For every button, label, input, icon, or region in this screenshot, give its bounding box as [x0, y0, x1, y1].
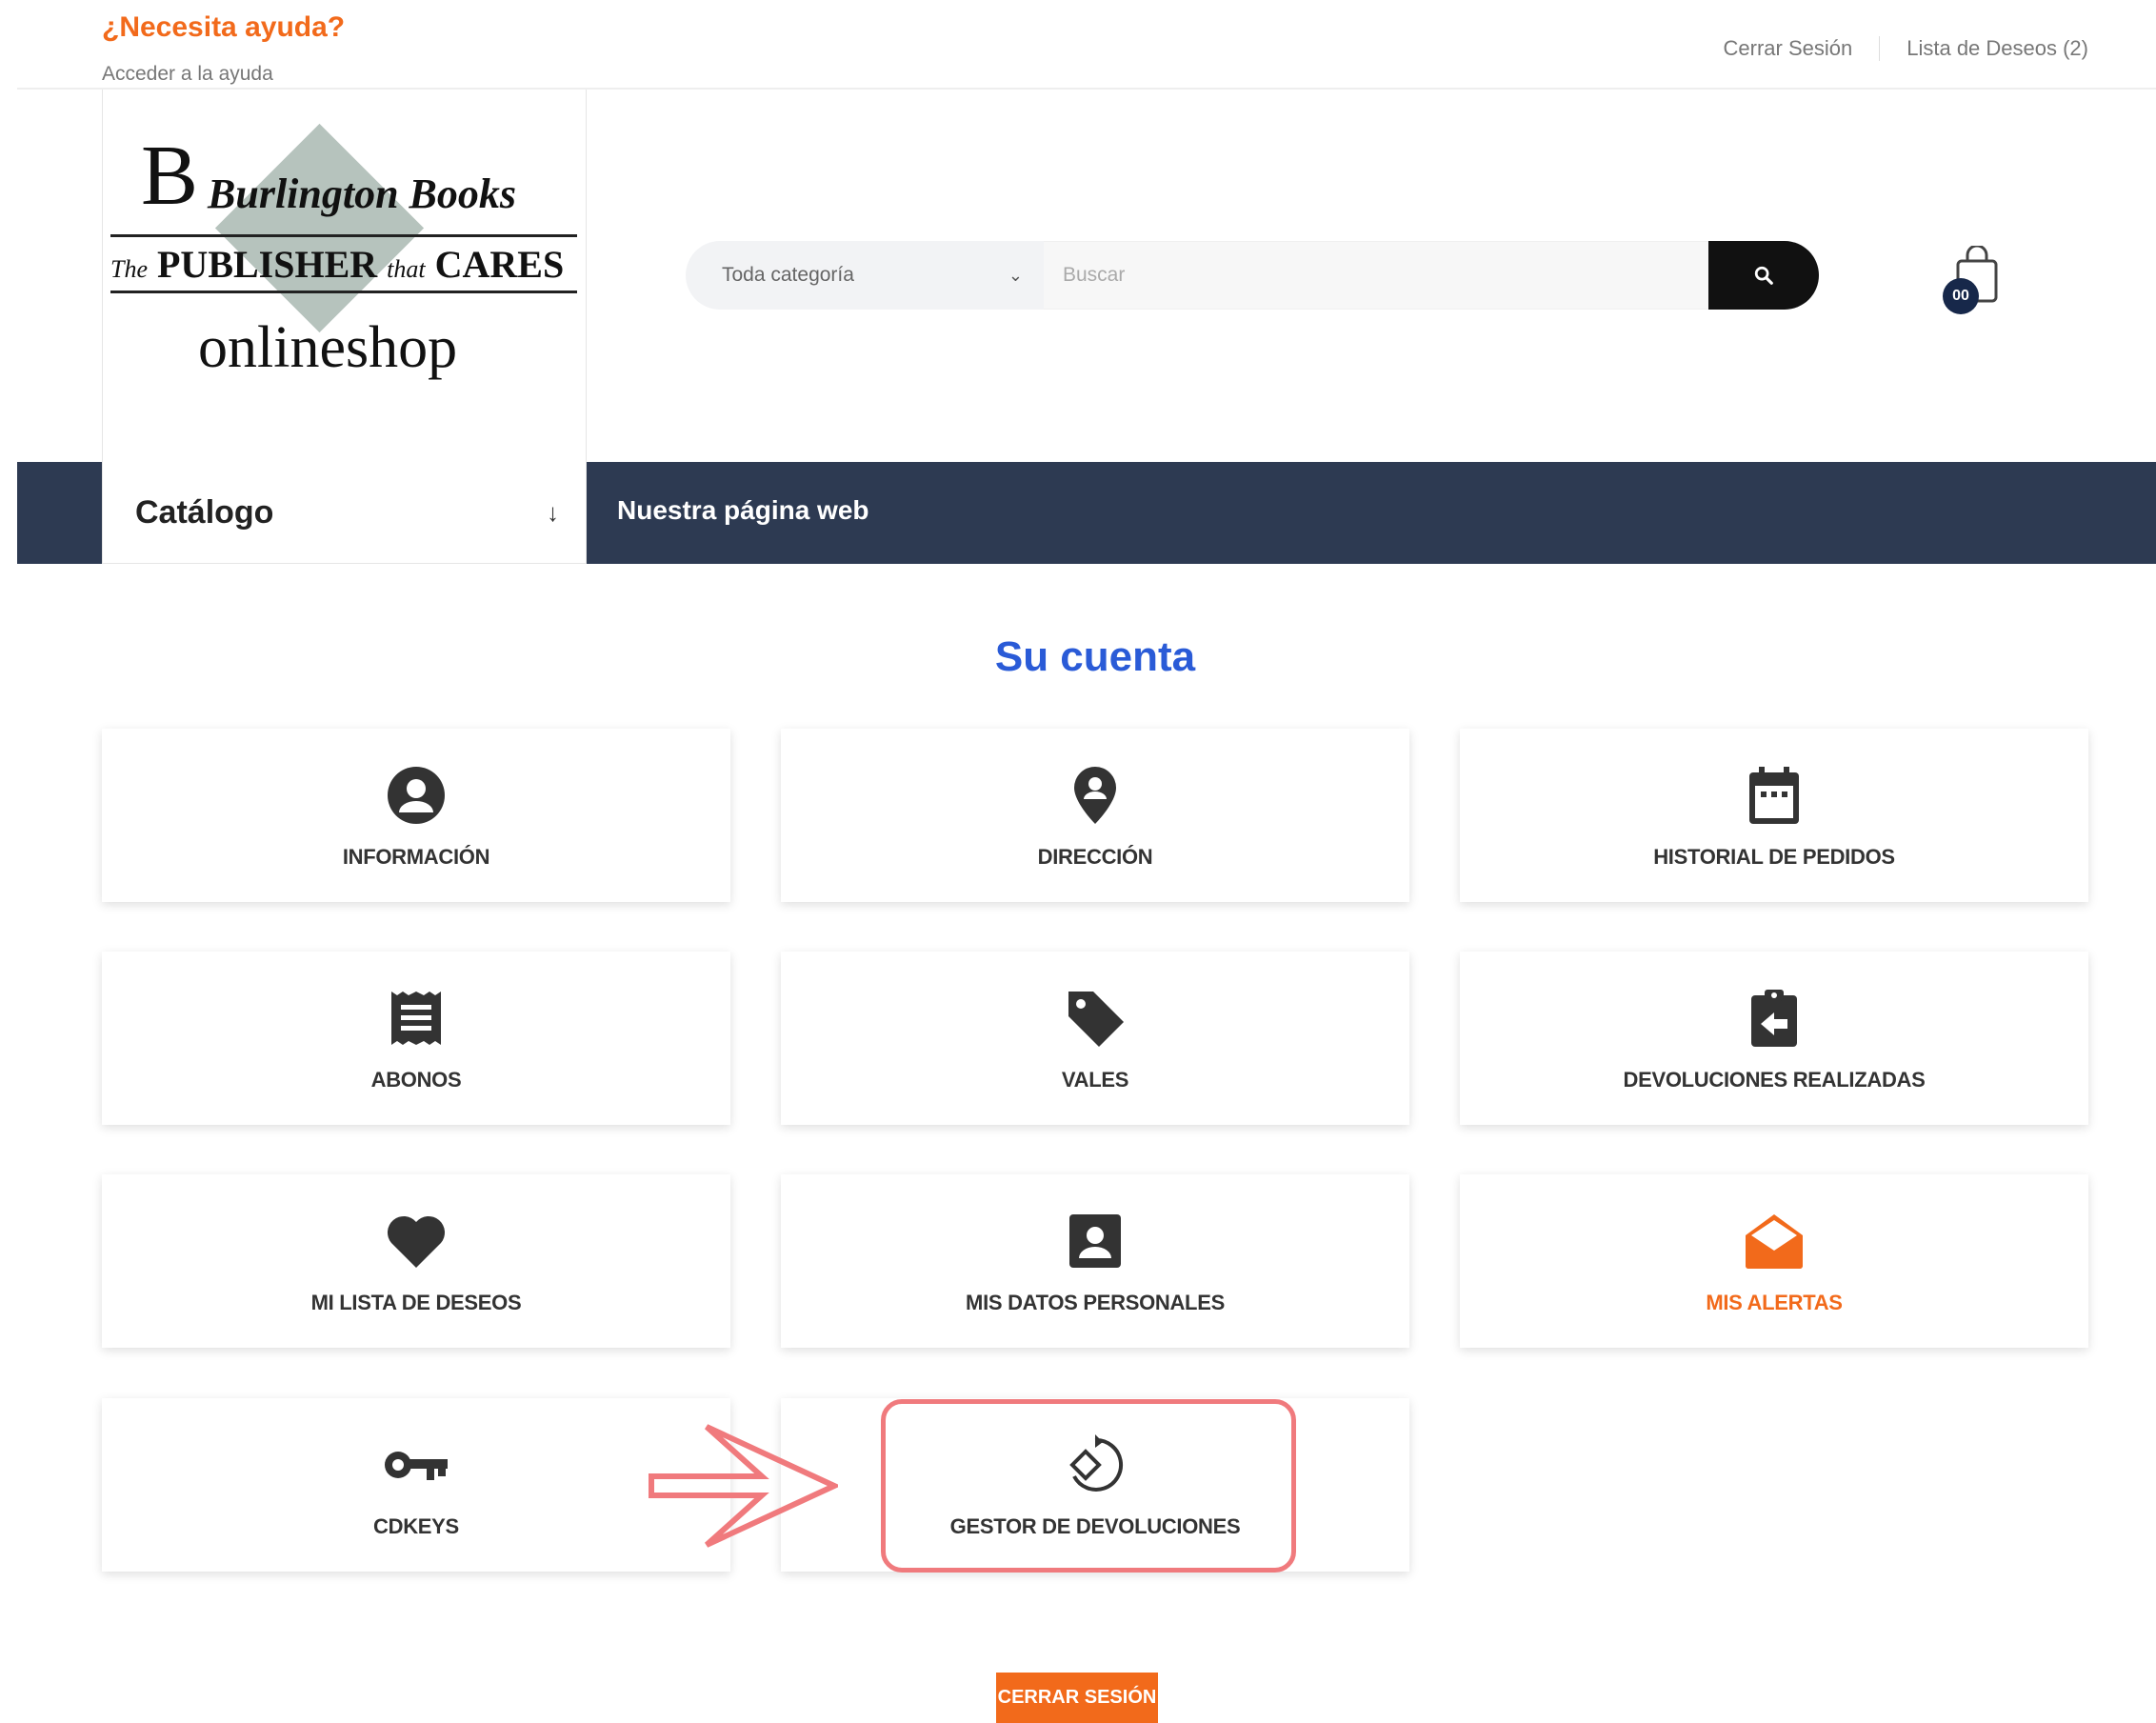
key-icon	[385, 1452, 448, 1480]
card-label: CDKEYS	[373, 1514, 459, 1538]
envelope-open-icon	[1746, 1214, 1803, 1269]
card-label: MI LISTA DE DESEOS	[310, 1291, 522, 1314]
search-icon	[1754, 266, 1773, 285]
search-bar: Toda categoría ⌄ Buscar	[686, 241, 1819, 310]
cart-count-badge: 00	[1943, 278, 1979, 314]
map-marker-icon	[1074, 767, 1116, 824]
logo-tagline-cares: CARES	[434, 243, 565, 286]
help-link[interactable]: Acceder a la ayuda	[102, 63, 273, 86]
logo-tagline-that: that	[387, 255, 426, 283]
search-button[interactable]	[1708, 241, 1819, 310]
heart-icon	[387, 1215, 446, 1268]
account-card-abonos[interactable]: ABONOS	[102, 952, 730, 1125]
logo-shop: onlineshop	[198, 315, 458, 380]
logo-rule	[110, 291, 577, 293]
wishlist-link[interactable]: Lista de Deseos (2)	[1906, 36, 2088, 61]
arrow-down-icon: ↓	[547, 497, 559, 527]
logout-button[interactable]: CERRAR SESIÓN	[996, 1673, 1158, 1723]
logout-link[interactable]: Cerrar Sesión	[1724, 36, 1853, 61]
logo-name: Burlington Books	[208, 170, 517, 217]
user-circle-icon	[388, 767, 445, 824]
card-label: INFORMACIÓN	[342, 845, 490, 869]
annotation-highlight-box	[881, 1399, 1296, 1573]
category-select[interactable]: Toda categoría ⌄	[686, 241, 1044, 310]
logo-rule	[110, 234, 577, 237]
search-input[interactable]: Buscar	[1044, 241, 1708, 310]
logo-initial: B	[141, 129, 199, 223]
contact-card-icon	[1069, 1214, 1121, 1268]
tag-icon	[1068, 992, 1124, 1047]
logo-tagline: The PUBLISHER that CARES	[110, 242, 577, 287]
card-label: MIS DATOS PERSONALES	[966, 1291, 1225, 1314]
account-card-mis-alertas[interactable]: MIS ALERTAS	[1460, 1174, 2088, 1348]
card-label: DIRECCIÓN	[1037, 845, 1153, 869]
card-label: ABONOS	[370, 1068, 462, 1092]
receipt-icon	[391, 992, 441, 1045]
clipboard-return-icon	[1751, 990, 1797, 1047]
chevron-down-icon: ⌄	[1008, 265, 1023, 285]
logo-tagline-publisher: PUBLISHER	[157, 243, 378, 286]
account-card-datos-personales[interactable]: MIS DATOS PERSONALES	[781, 1174, 1409, 1348]
nav-website-link[interactable]: Nuestra página web	[617, 495, 869, 526]
catalog-menu[interactable]: Catálogo ↓	[102, 462, 587, 564]
account-card-lista-deseos[interactable]: MI LISTA DE DESEOS	[102, 1174, 730, 1348]
card-label: DEVOLUCIONES REALIZADAS	[1623, 1068, 1926, 1092]
top-links: Cerrar Sesión Lista de Deseos (2)	[1724, 36, 2088, 61]
calendar-icon	[1749, 767, 1799, 824]
category-select-value: Toda categoría	[722, 264, 854, 286]
search-placeholder: Buscar	[1063, 264, 1126, 286]
cart-button[interactable]: 00	[1943, 246, 2004, 314]
card-label: MIS ALERTAS	[1706, 1291, 1843, 1314]
card-label: HISTORIAL DE PEDIDOS	[1653, 845, 1895, 869]
account-card-vales[interactable]: VALES	[781, 952, 1409, 1125]
account-card-historial-pedidos[interactable]: HISTORIAL DE PEDIDOS	[1460, 729, 2088, 902]
catalog-label: Catálogo	[135, 493, 274, 531]
account-card-informacion[interactable]: INFORMACIÓN	[102, 729, 730, 902]
card-label: VALES	[1061, 1068, 1129, 1092]
annotation-arrow-icon	[649, 1424, 838, 1548]
account-card-devoluciones-realizadas[interactable]: DEVOLUCIONES REALIZADAS	[1460, 952, 2088, 1125]
help-title[interactable]: ¿Necesita ayuda?	[102, 11, 345, 44]
divider	[1879, 36, 1881, 61]
logo-tagline-the: The	[110, 255, 148, 283]
page-title: Su cuenta	[994, 633, 1196, 680]
account-card-cdkeys[interactable]: CDKEYS	[102, 1398, 730, 1572]
account-card-direccion[interactable]: DIRECCIÓN	[781, 729, 1409, 902]
